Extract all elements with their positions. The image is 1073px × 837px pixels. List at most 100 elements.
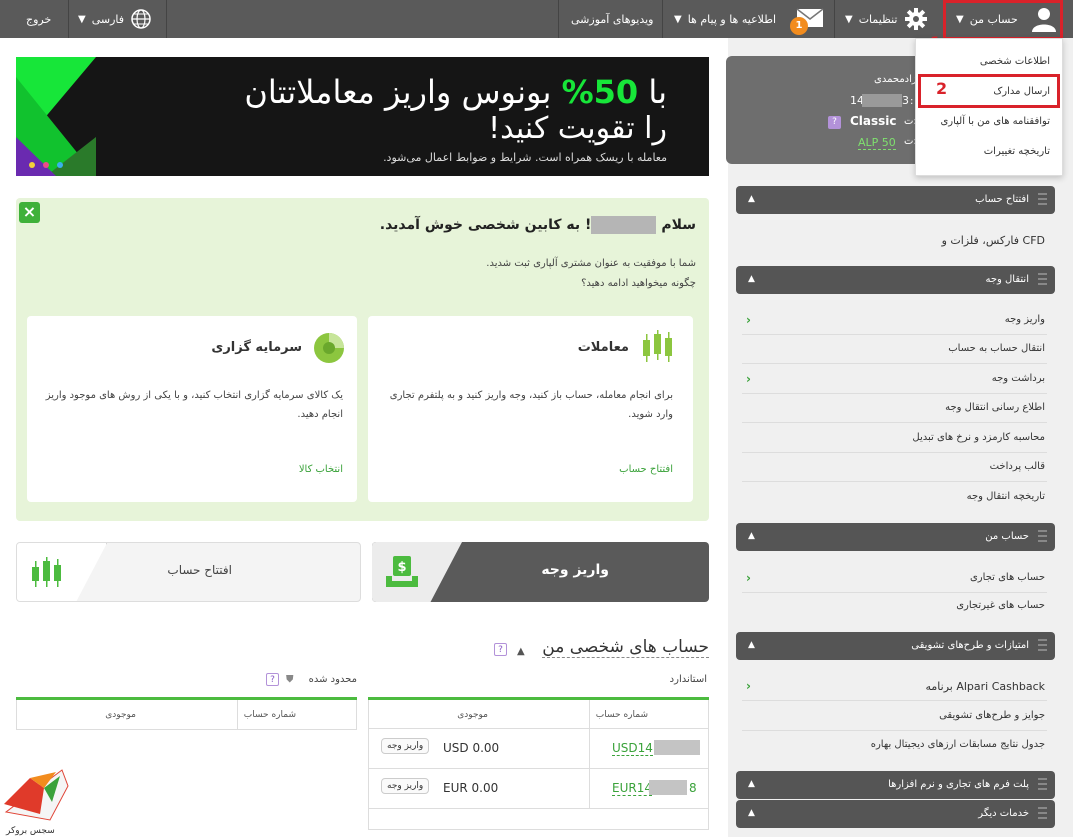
watermark-logo xyxy=(4,769,69,821)
sidebar-section-other-services[interactable]: ▲ خدمات دیگر xyxy=(736,800,1055,828)
sidebar-item-payment-template[interactable]: قالب پرداخت xyxy=(990,461,1045,472)
settings-menu[interactable]: ▼ تنظیمات xyxy=(845,0,928,38)
account-number-suffix: 8 xyxy=(689,781,697,795)
sidebar-section-transfer[interactable]: ▲ انتقال وجه xyxy=(736,266,1055,294)
dropdown-item-agreements[interactable]: توافقنامه های من با آلپاری xyxy=(940,116,1050,127)
sidebar-item-withdraw[interactable]: برداشت وجه xyxy=(992,373,1045,384)
deposit-label: واریز وجه xyxy=(541,562,609,578)
sidebar-item-trading-accounts[interactable]: حساب های تجاری xyxy=(970,572,1045,583)
globe-icon xyxy=(131,9,151,29)
menu-icon xyxy=(1038,273,1047,285)
open-account-label: افتتاح حساب xyxy=(167,563,232,577)
col-balance: موجودی xyxy=(105,710,136,720)
news-menu[interactable]: ▼ اطلاعیه ها و پیام ها xyxy=(674,0,776,38)
menu-icon xyxy=(1038,193,1047,205)
table-row: EUR14 8 EUR 0.00 واریز وجه xyxy=(369,769,708,809)
section-title: خدمات دیگر xyxy=(978,808,1029,819)
promo-banner[interactable]: با 50% بونوس واریز معاملاتتان را تقویت ک… xyxy=(16,57,709,176)
welcome-line-2: چگونه میخواهید ادامه دهید؟ xyxy=(581,278,696,289)
dropdown-item-history[interactable]: تاریخچه تغییرات xyxy=(984,146,1050,157)
caret-down-icon: ▼ xyxy=(845,13,853,25)
invest-card: سرمایه گزاری یک کالای سرمایه گزاری انتخا… xyxy=(27,316,357,502)
videos-link[interactable]: ویدیوهای آموزشی xyxy=(571,0,653,38)
sidebar-section-open-account[interactable]: ▲ افتتاح حساب xyxy=(736,186,1055,214)
deposit-button[interactable]: $ واریز وجه xyxy=(372,542,709,602)
trading-card: معاملات برای انجام معامله، حساب باز کنید… xyxy=(368,316,693,502)
section-title: حساب من xyxy=(985,531,1029,542)
news-label: اطلاعیه ها و پیام ها xyxy=(687,12,777,26)
deposit-small-button[interactable]: واریز وجه xyxy=(381,778,430,794)
account-number-link[interactable]: EUR14 xyxy=(612,781,652,796)
language-selector[interactable]: ▼ فارسی xyxy=(78,0,152,38)
profile-card: نزادمحمدی 14 3 : ? Classic ت: ALP 50 ت: xyxy=(726,56,920,164)
restricted-accounts-table: شماره حساب موجودی xyxy=(16,700,357,730)
open-account-button[interactable]: افتتاح حساب xyxy=(16,542,361,602)
trading-title: معاملات xyxy=(577,340,629,355)
candlestick-icon xyxy=(32,557,61,587)
sidebar-section-promotions[interactable]: ▲ امتیازات و طرح‌های تشویقی xyxy=(736,632,1055,660)
sidebar-item-nontrading-accounts[interactable]: حساب های غیرتجاری xyxy=(956,600,1045,611)
collapse-arrow-icon: ▲ xyxy=(748,274,755,284)
logout-label: خروج xyxy=(26,12,52,26)
redacted-number xyxy=(654,740,700,755)
col-account-number: شماره حساب xyxy=(595,710,648,720)
menu-icon xyxy=(1038,530,1047,542)
collapse-arrow-icon: ▲ xyxy=(748,194,755,204)
watermark-text: سجس بروکر xyxy=(6,826,55,836)
close-button[interactable]: × xyxy=(19,202,40,223)
sidebar-item-internal-transfer[interactable]: انتقال حساب به حساب xyxy=(948,343,1045,354)
banner-prefix: با xyxy=(648,73,667,111)
sidebar-section-my-account[interactable]: ▲ حساب من xyxy=(736,523,1055,551)
annotation-box-1 xyxy=(943,0,1063,40)
help-icon[interactable]: ? xyxy=(266,673,279,686)
collapse-arrow-icon: ▲ xyxy=(748,808,755,818)
menu-icon xyxy=(1038,639,1047,651)
help-icon[interactable]: ? xyxy=(494,643,507,656)
chevron-icon: › xyxy=(746,313,751,327)
envelope-icon[interactable]: 1 xyxy=(790,8,824,35)
sidebar-section-platforms[interactable]: ▲ پلت فرم های تجاری و نرم افزارها xyxy=(736,771,1055,799)
profile-name: نزادمحمدی xyxy=(874,74,921,85)
banner-suffix: بونوس واریز معاملاتتان xyxy=(244,73,552,111)
videos-label: ویدیوهای آموزشی xyxy=(571,12,654,26)
dropdown-item-personal-info[interactable]: اطلاعات شخصی xyxy=(980,56,1050,67)
standard-accounts-table: شماره حساب موجودی USD14 USD 0.00 واریز و… xyxy=(368,700,709,830)
open-account-link[interactable]: افتتاح حساب xyxy=(619,464,673,475)
section-title: انتقال وجه xyxy=(985,274,1029,285)
points-value[interactable]: ALP 50 xyxy=(858,136,896,150)
sidebar-item-cashback[interactable]: برنامه Alpari Cashback xyxy=(926,680,1046,693)
sidebar-item-transfer-notice[interactable]: اطلاع رسانی انتقال وجه xyxy=(945,402,1045,413)
settings-label: تنظیمات xyxy=(858,12,898,26)
sidebar-item-forex[interactable]: فارکس، فلزات و CFD xyxy=(942,234,1045,247)
deposit-small-button[interactable]: واریز وجه xyxy=(381,738,430,754)
invest-description: یک کالای سرمایه گزاری انتخاب کنید، و با … xyxy=(45,390,343,420)
banner-headline: با 50% بونوس واریز معاملاتتان xyxy=(244,73,667,111)
choose-product-link[interactable]: انتخاب کالا xyxy=(299,464,343,475)
chevron-icon: › xyxy=(746,372,751,386)
col-balance: موجودی xyxy=(457,710,488,720)
money-icon: $ xyxy=(386,556,418,587)
collapse-arrow-icon: ▲ xyxy=(748,531,755,541)
sidebar-item-deposit[interactable]: واریز وجه xyxy=(1005,314,1045,325)
welcome-title: سلام ! به کابین شخصی خوش آمدید. xyxy=(380,216,696,234)
menu-icon xyxy=(1038,807,1047,819)
gear-icon xyxy=(904,8,927,30)
caret-down-icon: ▼ xyxy=(78,13,86,25)
sidebar-item-transfer-history[interactable]: تاریخچه انتقال وجه xyxy=(967,491,1045,502)
logout-link[interactable]: خروج xyxy=(26,0,51,38)
accounts-title[interactable]: حساب های شخصی من xyxy=(542,637,709,658)
welcome-line-1: شما با موفقیت به عنوان مشتری آلپاری ثبت … xyxy=(486,258,696,269)
welcome-greeting: ! به کابین شخصی خوش آمدید. xyxy=(379,217,592,233)
sidebar-item-crypto-contest[interactable]: جدول نتایج مسابقات ارزهای دیجیتال بهاره xyxy=(871,739,1045,750)
profile-label-colon: : xyxy=(910,96,914,107)
collapse-arrow-icon[interactable]: ▲ xyxy=(517,646,525,657)
sidebar-item-rewards[interactable]: جوایز و طرح‌های تشویقی xyxy=(939,710,1045,721)
shield-icon: ⛊ xyxy=(286,674,294,685)
notification-badge: 1 xyxy=(790,17,808,35)
account-number-link[interactable]: USD14 xyxy=(612,741,653,756)
restricted-label: محدود شده xyxy=(308,674,357,685)
help-icon[interactable]: ? xyxy=(828,116,841,129)
candlestick-icon xyxy=(643,330,672,362)
chevron-icon: › xyxy=(746,571,751,585)
sidebar-item-fee-calculator[interactable]: محاسبه کارمزد و نرخ های تبدیل xyxy=(912,432,1045,443)
